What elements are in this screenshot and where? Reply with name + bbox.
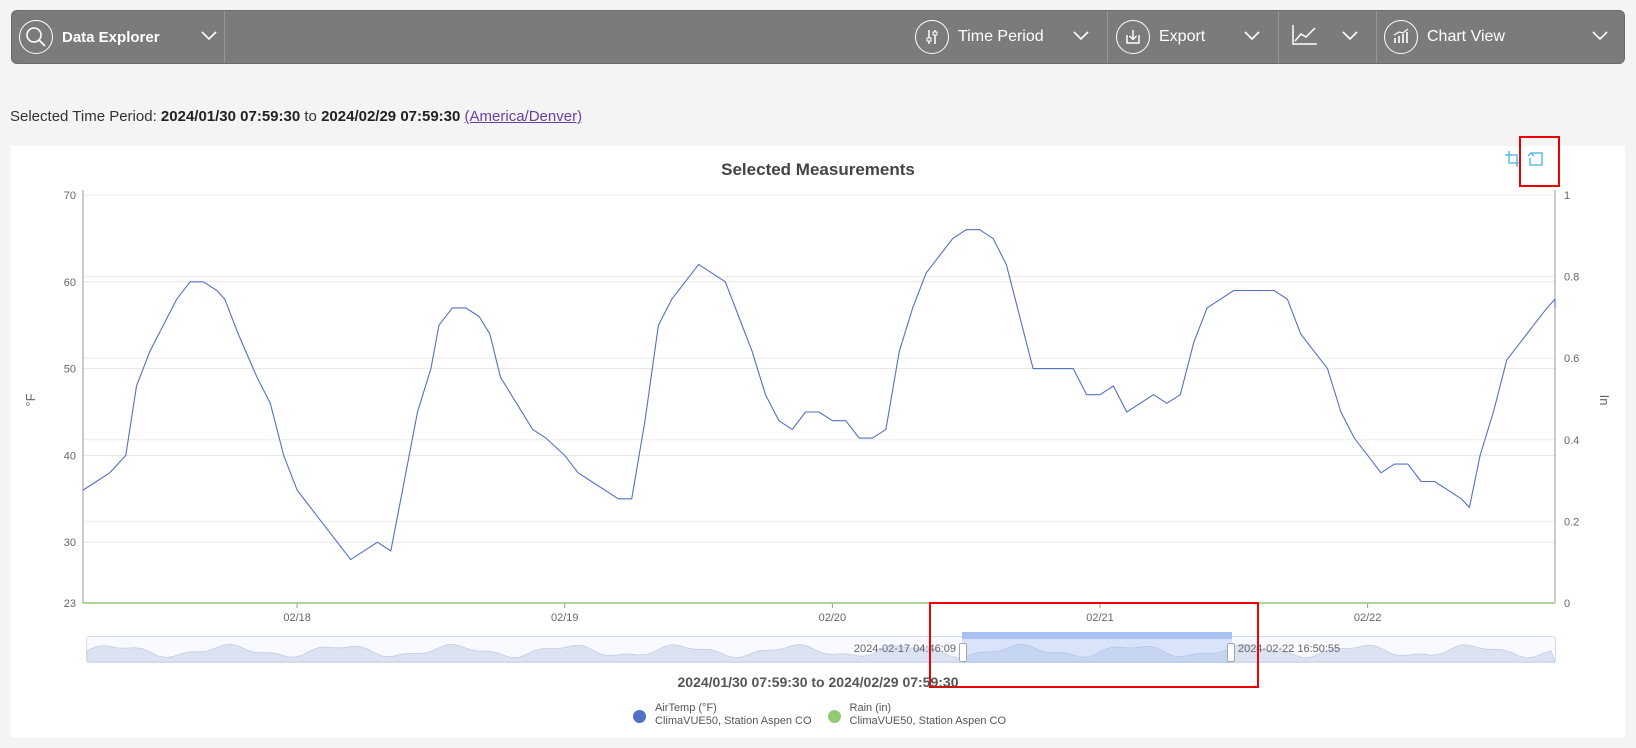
chart-axes: 23 30 40 50 60 70 0 0.2 0.4 0.6 0.8 1 02/18 02/19 02/2… <box>64 190 1579 624</box>
chart-series <box>82 229 1556 604</box>
y-right-tick-label: 0.4 <box>1564 435 1579 447</box>
legend-item-airtemp[interactable]: AirTemp (°F) ClimaVUE50, Station Aspen CO <box>633 702 812 728</box>
y-left-tick-label: 30 <box>64 537 76 549</box>
y-left-tick-label: 50 <box>64 364 76 376</box>
y-right-tick-label: 0 <box>1564 598 1570 610</box>
data-zoom-move-handle[interactable] <box>962 632 1232 639</box>
legend-marker <box>633 710 646 723</box>
data-zoom-start-label: 2024-02-17 04:46:09 <box>853 643 956 655</box>
legend-label: Rain (in) <box>849 702 892 714</box>
legend-marker <box>827 710 841 723</box>
legend-station: ClimaVUE50, Station Aspen CO <box>655 715 812 727</box>
y-left-tick-label: 23 <box>64 598 76 610</box>
y-right-tick-label: 0.8 <box>1564 272 1579 284</box>
x-tick-label: 02/18 <box>283 612 311 624</box>
chart-legend: AirTemp (°F) ClimaVUE50, Station Aspen CO… <box>633 702 1022 728</box>
legend-station: ClimaVUE50, Station Aspen CO <box>849 715 1007 727</box>
x-tick-label: 02/20 <box>819 612 847 624</box>
data-zoom-end-label: 2024-02-22 16:50:55 <box>1238 643 1341 655</box>
data-zoom-right-handle[interactable] <box>1227 643 1235 662</box>
data-zoom-left-handle[interactable] <box>959 643 967 662</box>
series-line-airtemp <box>82 229 1556 561</box>
x-tick-label: 02/19 <box>551 612 579 624</box>
y-left-tick-label: 40 <box>64 450 76 462</box>
y-right-tick-label: 0.6 <box>1564 353 1579 365</box>
y-left-tick-label: 60 <box>64 277 76 289</box>
x-tick-label: 02/22 <box>1354 612 1382 624</box>
legend-item-rain[interactable]: Rain (in) ClimaVUE50, Station Aspen CO <box>827 702 1007 728</box>
range-label: 2024/01/30 07:59:30 to 2024/02/29 07:59:… <box>677 674 959 690</box>
y-right-tick-label: 1 <box>1564 190 1570 202</box>
y-left-tick-label: 70 <box>64 190 76 202</box>
y-right-axis-label: In <box>1597 395 1612 406</box>
data-zoom-selection[interactable] <box>959 632 1235 663</box>
chart-grid <box>83 194 1555 543</box>
y-left-axis-label: °F <box>23 393 38 406</box>
x-tick-label: 02/21 <box>1086 612 1114 624</box>
y-right-tick-label: 0.2 <box>1564 516 1579 528</box>
legend-label: AirTemp (°F) <box>655 702 717 714</box>
